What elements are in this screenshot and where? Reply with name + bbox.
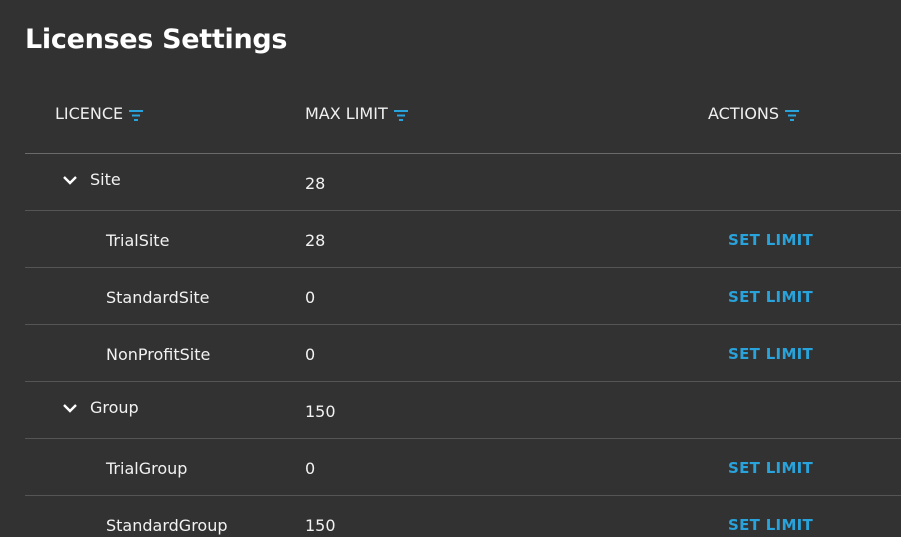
licence-name: StandardSite <box>106 288 210 307</box>
column-header-label: ACTIONS <box>708 104 780 123</box>
max-limit-value: 0 <box>305 288 316 307</box>
table-row-group-site: Site 28 <box>25 154 901 211</box>
chevron-down-icon[interactable] <box>62 174 78 186</box>
table-row: TrialGroup 0 SET LIMIT <box>25 439 901 496</box>
filter-icon[interactable] <box>129 109 144 121</box>
set-limit-button[interactable]: SET LIMIT <box>728 459 813 477</box>
chevron-down-icon[interactable] <box>62 402 78 414</box>
column-header-actions[interactable]: ACTIONS <box>708 104 800 123</box>
set-limit-button[interactable]: SET LIMIT <box>728 345 813 363</box>
max-limit-value: 150 <box>305 402 336 421</box>
table-row-group-group: Group 150 <box>25 382 901 439</box>
filter-icon[interactable] <box>393 109 408 121</box>
set-limit-button[interactable]: SET LIMIT <box>728 516 813 534</box>
licence-name: Group <box>90 398 139 417</box>
licenses-settings-page: Licenses Settings LICENCE MAX LIMIT ACTI… <box>0 0 901 537</box>
max-limit-value: 28 <box>305 231 326 250</box>
table-row: TrialSite 28 SET LIMIT <box>25 211 901 268</box>
table-row: StandardGroup 150 SET LIMIT <box>25 496 901 537</box>
table-row: NonProfitSite 0 SET LIMIT <box>25 325 901 382</box>
licence-table-body: Site 28 TrialSite 28 SET LIMIT StandardS… <box>25 154 901 537</box>
column-header-label: MAX LIMIT <box>305 104 388 123</box>
max-limit-value: 0 <box>305 459 316 478</box>
licence-name: Site <box>90 170 121 189</box>
max-limit-value: 0 <box>305 345 316 364</box>
filter-icon[interactable] <box>785 109 800 121</box>
set-limit-button[interactable]: SET LIMIT <box>728 231 813 249</box>
licence-name: TrialGroup <box>106 459 188 478</box>
table-row: StandardSite 0 SET LIMIT <box>25 268 901 325</box>
licence-name: TrialSite <box>106 231 170 250</box>
column-header-licence[interactable]: LICENCE <box>55 104 144 123</box>
licence-name: NonProfitSite <box>106 345 211 364</box>
set-limit-button[interactable]: SET LIMIT <box>728 288 813 306</box>
max-limit-value: 150 <box>305 516 336 535</box>
max-limit-value: 28 <box>305 174 326 193</box>
licence-name: StandardGroup <box>106 516 228 535</box>
column-header-max-limit[interactable]: MAX LIMIT <box>305 104 408 123</box>
page-title: Licenses Settings <box>25 24 288 55</box>
column-header-label: LICENCE <box>55 104 124 123</box>
table-header: LICENCE MAX LIMIT ACTIONS <box>25 90 901 154</box>
